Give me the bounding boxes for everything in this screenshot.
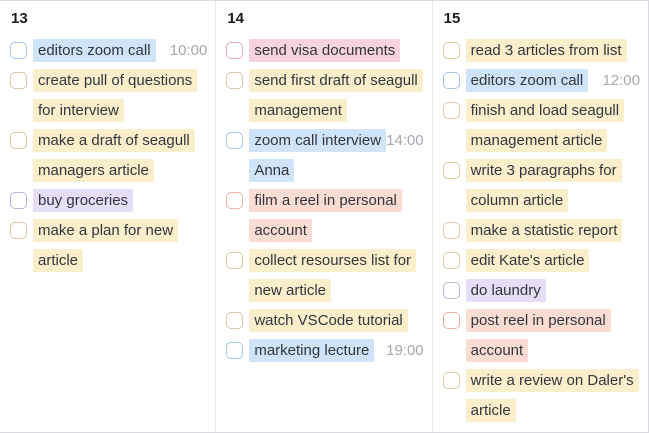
task-label[interactable]: editors zoom call bbox=[465, 69, 589, 92]
task-label[interactable]: collect resourses list for new article bbox=[249, 249, 417, 302]
task-text: make a draft of seagull managers article bbox=[33, 126, 207, 186]
task-text: post reel in personal account bbox=[465, 306, 640, 366]
task-checkbox[interactable] bbox=[442, 162, 460, 179]
task-text: finish and load seagull management artic… bbox=[465, 96, 640, 156]
task-checkbox[interactable] bbox=[442, 42, 460, 59]
day-number: 15 bbox=[443, 10, 461, 27]
task-checkbox[interactable] bbox=[226, 72, 244, 89]
task-row: edit Kate's article bbox=[442, 246, 640, 276]
task-text: do laundry bbox=[465, 276, 640, 306]
task-row: make a plan for new article bbox=[10, 216, 207, 276]
task-label[interactable]: make a plan for new article bbox=[33, 219, 179, 272]
task-label[interactable]: send visa documents bbox=[249, 39, 401, 62]
task-row: make a draft of seagull managers article bbox=[10, 126, 207, 186]
task-row: buy groceries bbox=[10, 186, 207, 216]
task-row: make a statistic report bbox=[442, 216, 640, 246]
task-row: collect resourses list for new article bbox=[226, 246, 423, 306]
task-text: zoom call interview Anna bbox=[249, 126, 387, 186]
day-column-14: 14 send visa documents send first draft of… bbox=[216, 1, 433, 432]
task-checkbox[interactable] bbox=[10, 222, 27, 239]
task-text: write a review on Daler's article bbox=[465, 366, 640, 426]
task-row: read 3 articles from list bbox=[442, 36, 640, 66]
task-checkbox[interactable] bbox=[442, 312, 460, 329]
task-label[interactable]: write 3 paragraphs for column article bbox=[465, 159, 622, 212]
task-text: write 3 paragraphs for column article bbox=[465, 156, 640, 216]
task-row: send first draft of seagull management bbox=[226, 66, 423, 126]
task-time: 19:00 bbox=[386, 342, 424, 359]
task-row: film a reel in personal account bbox=[226, 186, 423, 246]
task-checkbox[interactable] bbox=[442, 222, 460, 239]
task-text: buy groceries bbox=[33, 186, 207, 216]
task-row: post reel in personal account bbox=[442, 306, 640, 366]
task-checkbox[interactable] bbox=[226, 132, 244, 149]
task-checkbox[interactable] bbox=[442, 282, 460, 299]
task-checkbox[interactable] bbox=[10, 192, 27, 209]
task-label[interactable]: buy groceries bbox=[33, 189, 134, 212]
task-time: 12:00 bbox=[602, 72, 640, 89]
task-checkbox[interactable] bbox=[226, 252, 244, 269]
task-row: write a review on Daler's article bbox=[442, 366, 640, 426]
task-label[interactable]: do laundry bbox=[465, 279, 546, 302]
task-text: editors zoom call bbox=[465, 66, 599, 96]
task-label[interactable]: editors zoom call bbox=[33, 39, 156, 62]
task-checkbox[interactable] bbox=[442, 252, 460, 269]
day-column-13: 13 editors zoom call 10:00 create pull of q… bbox=[0, 1, 217, 432]
task-text: edit Kate's article bbox=[465, 246, 640, 276]
day-column-15: 15 read 3 articles from list editors zoom … bbox=[433, 1, 648, 432]
task-row: finish and load seagull management artic… bbox=[442, 96, 640, 156]
task-label[interactable]: write a review on Daler's article bbox=[465, 369, 639, 422]
task-label[interactable]: watch VSCode tutorial bbox=[249, 309, 408, 332]
task-checkbox[interactable] bbox=[226, 192, 244, 209]
task-row: editors zoom call 12:00 bbox=[442, 66, 640, 96]
day-number: 14 bbox=[227, 10, 245, 27]
day-number: 13 bbox=[11, 10, 28, 27]
task-label[interactable]: post reel in personal account bbox=[465, 309, 611, 362]
calendar-board: 13 editors zoom call 10:00 create pull of q… bbox=[0, 0, 649, 433]
task-text: marketing lecture bbox=[249, 336, 382, 366]
task-label[interactable]: film a reel in personal account bbox=[249, 189, 402, 242]
task-checkbox[interactable] bbox=[10, 42, 27, 59]
task-checkbox[interactable] bbox=[226, 342, 244, 359]
task-row: watch VSCode tutorial bbox=[226, 306, 423, 336]
task-checkbox[interactable] bbox=[442, 102, 460, 119]
task-row: marketing lecture 19:00 bbox=[226, 336, 424, 366]
task-row: create pull of questions for interview bbox=[10, 66, 207, 126]
task-text: read 3 articles from list bbox=[465, 36, 640, 66]
task-checkbox[interactable] bbox=[226, 42, 244, 59]
task-label[interactable]: edit Kate's article bbox=[465, 249, 590, 272]
task-checkbox[interactable] bbox=[10, 72, 27, 89]
task-text: make a plan for new article bbox=[33, 216, 207, 276]
task-text: send visa documents bbox=[249, 36, 423, 66]
task-label[interactable]: make a statistic report bbox=[465, 219, 623, 242]
task-time: 14:00 bbox=[386, 132, 424, 149]
task-row: editors zoom call 10:00 bbox=[10, 36, 207, 66]
task-row: do laundry bbox=[442, 276, 640, 306]
task-row: send visa documents bbox=[226, 36, 423, 66]
task-label[interactable]: marketing lecture bbox=[249, 339, 375, 362]
task-label[interactable]: make a draft of seagull managers article bbox=[33, 129, 195, 182]
task-text: film a reel in personal account bbox=[249, 186, 423, 246]
task-text: editors zoom call bbox=[33, 36, 166, 66]
task-label[interactable]: zoom call interview Anna bbox=[249, 129, 387, 182]
task-label[interactable]: read 3 articles from list bbox=[465, 39, 627, 62]
task-label[interactable]: finish and load seagull management artic… bbox=[465, 99, 625, 152]
task-text: make a statistic report bbox=[465, 216, 640, 246]
task-label[interactable]: create pull of questions for interview bbox=[33, 69, 198, 122]
task-row: zoom call interview Anna 14:00 bbox=[226, 126, 424, 186]
task-label[interactable]: send first draft of seagull management bbox=[249, 69, 423, 122]
task-text: watch VSCode tutorial bbox=[249, 306, 423, 336]
task-text: send first draft of seagull management bbox=[249, 66, 423, 126]
task-checkbox[interactable] bbox=[442, 372, 460, 389]
task-text: create pull of questions for interview bbox=[33, 66, 207, 126]
task-time: 10:00 bbox=[169, 42, 208, 59]
task-checkbox[interactable] bbox=[442, 72, 460, 89]
task-row: write 3 paragraphs for column article bbox=[442, 156, 640, 216]
task-checkbox[interactable] bbox=[10, 132, 27, 149]
task-text: collect resourses list for new article bbox=[249, 246, 423, 306]
task-checkbox[interactable] bbox=[226, 312, 244, 329]
